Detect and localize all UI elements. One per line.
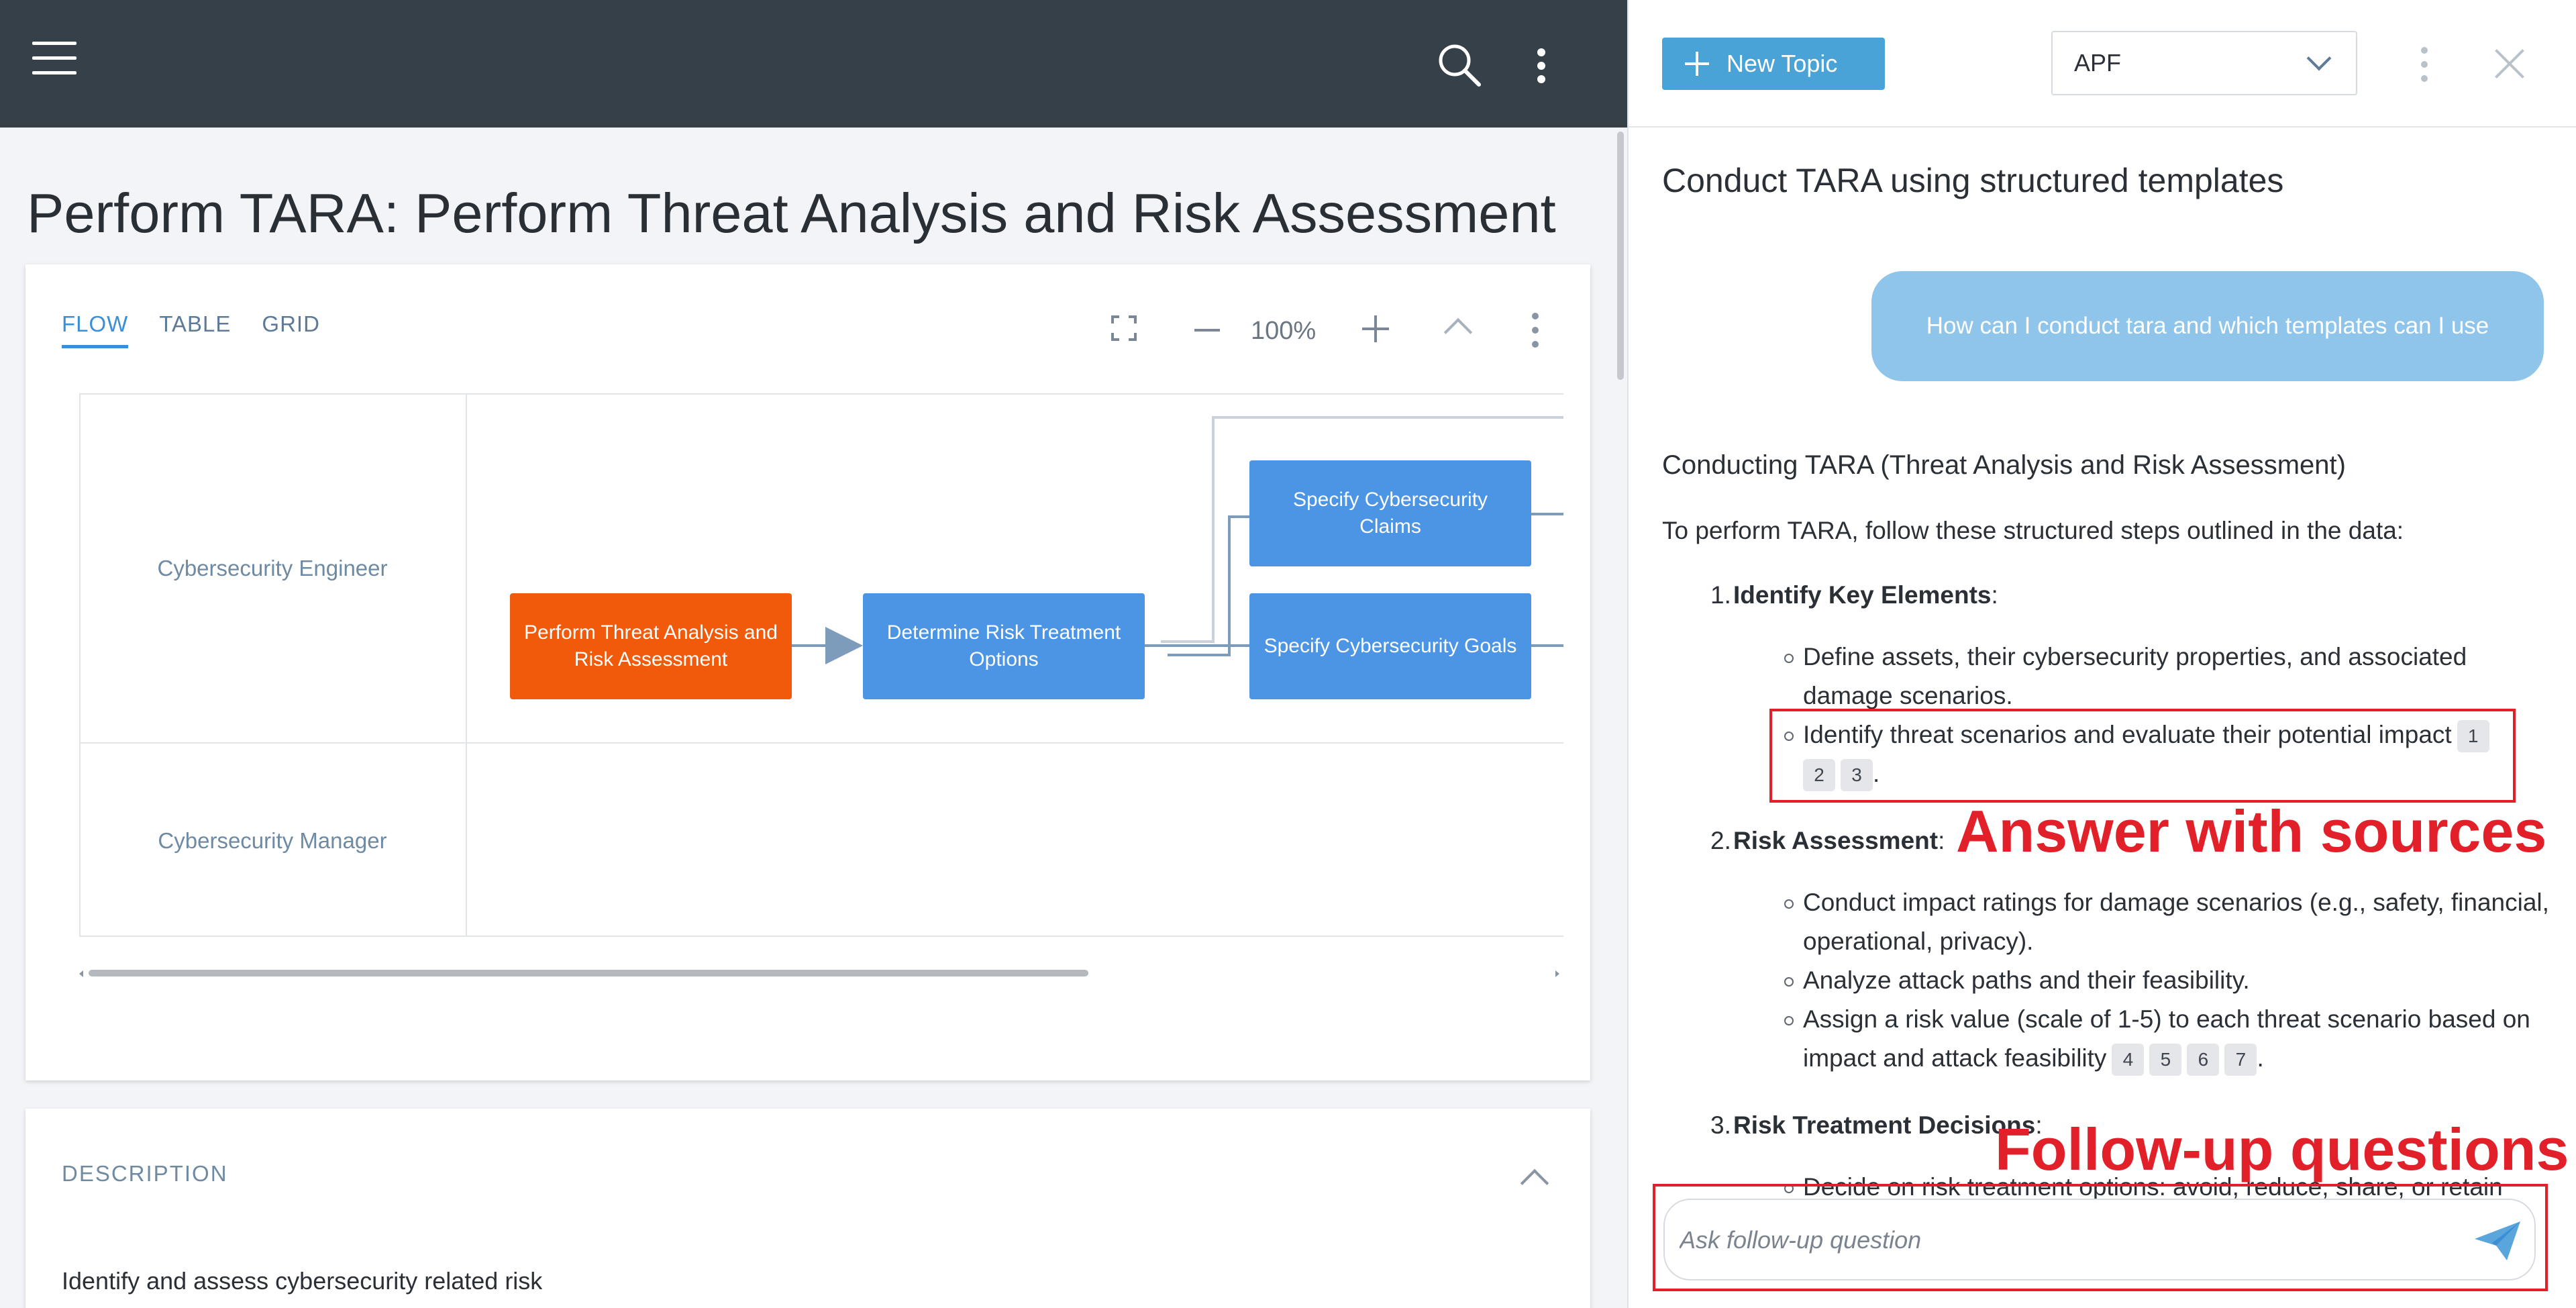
scroll-thumb[interactable] [89, 970, 1088, 976]
flow-card: FLOW TABLE GRID 100% Cybersecurity Engin… [25, 264, 1590, 1080]
view-tabs: FLOW TABLE GRID [62, 311, 320, 348]
node-specify-cybersecurity-claims[interactable]: Specify Cybersecurity Claims [1249, 460, 1531, 566]
new-topic-label: New Topic [1727, 50, 1838, 77]
page-title: Perform TARA: Perform Threat Analysis an… [27, 182, 1556, 244]
answer-highlight-box [1769, 709, 2516, 803]
user-message: How can I conduct tara and which templat… [1871, 271, 2544, 381]
step-title: Identify Key Elements [1733, 581, 1992, 609]
zoom-out-icon[interactable] [1194, 329, 1220, 332]
bullet-text: Analyze attack paths and their feasibili… [1803, 966, 2250, 994]
step-suffix: : [1938, 827, 1945, 854]
chevron-up-icon[interactable] [1520, 1168, 1549, 1198]
source-select[interactable]: APF [2051, 31, 2357, 95]
horizontal-scrollbar[interactable] [79, 966, 1563, 980]
new-topic-button[interactable]: New Topic [1662, 38, 1885, 90]
topic-title: Conduct TARA using structured templates [1662, 162, 2284, 199]
swimlane-diagram: Cybersecurity Engineer Cybersecurity Man… [79, 393, 1563, 937]
description-card: DESCRIPTION Identify and assess cybersec… [25, 1109, 1590, 1308]
bullet-end: . [2257, 1044, 2264, 1072]
tab-flow[interactable]: FLOW [62, 311, 129, 348]
zoom-level: 100% [1251, 317, 1317, 345]
step-number: 2. [1710, 827, 1731, 854]
vertical-scrollbar[interactable] [1617, 132, 1624, 380]
zoom-in-icon[interactable] [1362, 315, 1389, 342]
annotation-answer-with-sources: Answer with sources [1956, 798, 2547, 864]
list-item: Define assets, their cybersecurity prope… [1733, 638, 2555, 715]
description-text: Identify and assess cybersecurity relate… [62, 1267, 543, 1295]
fullscreen-icon[interactable] [1111, 315, 1137, 341]
step-bullets: Conduct impact ratings for damage scenar… [1733, 883, 2555, 1078]
plus-icon [1685, 52, 1709, 76]
list-item: Assign a risk value (scale of 1-5) to ea… [1733, 1000, 2555, 1078]
more-vertical-icon[interactable] [1531, 47, 1551, 85]
bullet-text: Define assets, their cybersecurity prope… [1803, 643, 2467, 709]
step-suffix: : [1991, 581, 1998, 609]
followup-highlight-box [1653, 1184, 2548, 1291]
more-vertical-icon[interactable] [2418, 47, 2431, 82]
list-item: Conduct impact ratings for damage scenar… [1733, 883, 2555, 961]
menu-icon[interactable] [32, 42, 76, 75]
chevron-down-icon [2306, 46, 2332, 71]
description-title: DESCRIPTION [62, 1161, 228, 1186]
tab-table[interactable]: TABLE [159, 311, 231, 348]
scroll-right-arrow[interactable] [1555, 970, 1559, 977]
node-determine-risk-treatment[interactable]: Determine Risk Treatment Options [863, 593, 1145, 699]
process-workspace: Perform TARA: Perform Threat Analysis an… [0, 0, 1627, 1308]
source-badge[interactable]: 5 [2149, 1044, 2182, 1076]
step-title: Risk Assessment [1733, 827, 1939, 854]
scroll-left-arrow[interactable] [79, 970, 83, 977]
answer-heading: Conducting TARA (Threat Analysis and Ris… [1662, 450, 2346, 480]
assistant-chat-panel: New Topic APF Conduct TARA using structu… [1627, 0, 2576, 1308]
source-badge[interactable]: 6 [2187, 1044, 2220, 1076]
chevron-up-icon[interactable] [1443, 317, 1473, 347]
answer-intro: To perform TARA, follow these structured… [1662, 517, 2404, 544]
top-app-bar [0, 0, 1627, 128]
source-badge[interactable]: 7 [2224, 1044, 2257, 1076]
node-perform-threat-analysis[interactable]: Perform Threat Analysis and Risk Assessm… [510, 593, 792, 699]
step-number: 3. [1710, 1111, 1731, 1139]
close-icon[interactable] [2494, 48, 2525, 79]
source-select-value: APF [2074, 49, 2122, 77]
more-vertical-icon[interactable] [1529, 313, 1542, 348]
annotation-follow-up-questions: Follow-up questions [1995, 1116, 2569, 1183]
step-number: 1. [1710, 581, 1731, 609]
step-title: Risk Treatment Decisions [1733, 1111, 2036, 1139]
source-badge[interactable]: 4 [2112, 1044, 2145, 1076]
search-icon[interactable] [1436, 42, 1483, 89]
list-item: Analyze attack paths and their feasibili… [1733, 961, 2555, 1000]
chat-header: New Topic APF [1629, 0, 2576, 128]
bullet-text: Conduct impact ratings for damage scenar… [1803, 889, 2549, 955]
node-specify-cybersecurity-goals[interactable]: Specify Cybersecurity Goals [1249, 593, 1531, 699]
tab-grid[interactable]: GRID [262, 311, 320, 348]
